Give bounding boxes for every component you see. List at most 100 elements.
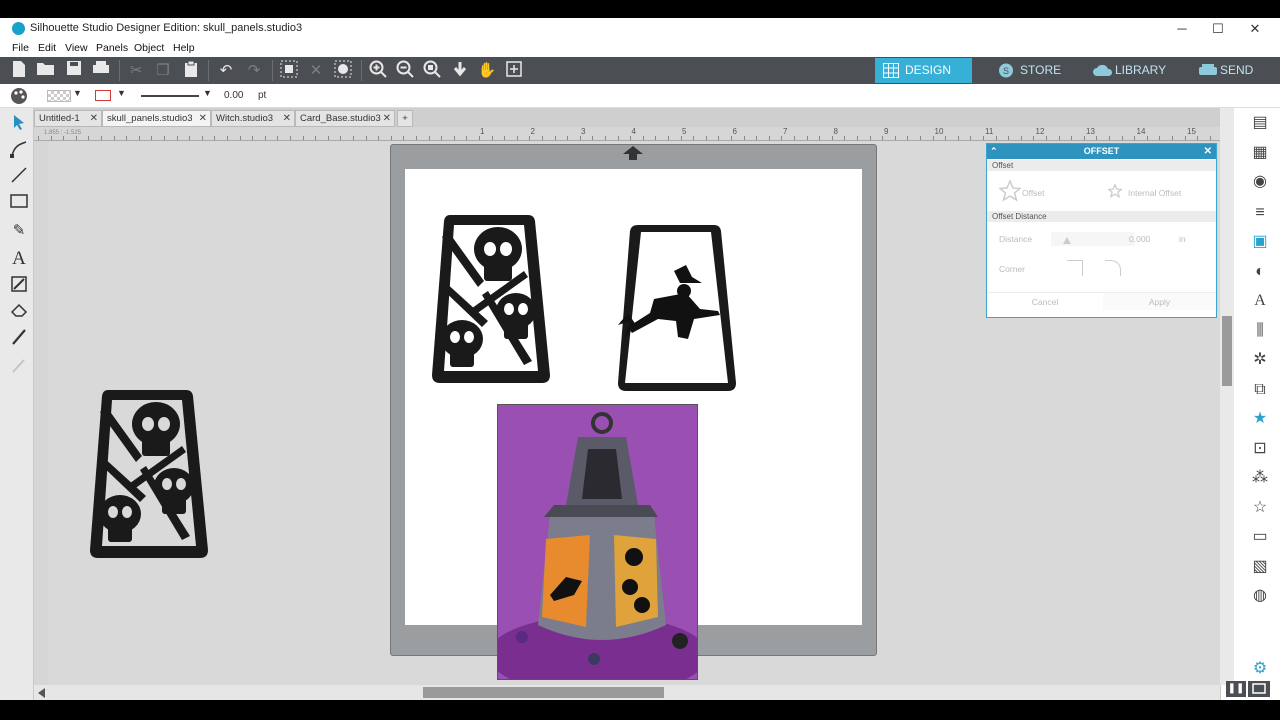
internal-offset-option-label[interactable]: Internal Offset — [1128, 188, 1181, 198]
line-width-input[interactable]: 0.00 — [224, 90, 243, 101]
select-arrow-icon[interactable] — [8, 114, 30, 136]
knife-tool-icon[interactable] — [8, 328, 30, 350]
replicate-icon[interactable]: ✲ — [1249, 349, 1271, 371]
pause-icon[interactable]: ❚❚ — [1226, 681, 1246, 697]
close-tab-icon[interactable]: ✕ — [199, 111, 207, 126]
tab-design[interactable]: DESIGN — [875, 58, 972, 83]
fill-dropdown-arrow-icon[interactable]: ▼ — [73, 88, 82, 98]
palette-icon[interactable] — [10, 87, 28, 105]
text-tool-icon[interactable]: A — [8, 248, 30, 270]
trace-icon[interactable]: ⊡ — [1249, 438, 1271, 460]
edit-points-icon[interactable] — [8, 140, 30, 162]
menu-edit[interactable]: Edit — [38, 42, 56, 54]
add-tab-button[interactable]: + — [397, 110, 413, 127]
page-setup-icon[interactable]: ▤ — [1249, 112, 1271, 134]
skull-panel-shape[interactable] — [428, 211, 554, 385]
fill-color-panel-icon[interactable]: ◉ — [1249, 171, 1271, 193]
library-shapes-icon[interactable]: ☆ — [1249, 497, 1271, 519]
horizontal-scrollbar[interactable] — [34, 685, 1220, 700]
sketch-icon[interactable]: ⁂ — [1249, 467, 1271, 489]
new-document-icon[interactable] — [8, 60, 30, 82]
settings-gear-icon[interactable]: ⚙ — [1249, 658, 1271, 680]
collapse-chevron-icon[interactable]: ⌃ — [990, 144, 998, 159]
offset-star-icon[interactable] — [998, 179, 1022, 202]
print-icon[interactable] — [90, 60, 112, 82]
paste-icon[interactable] — [180, 60, 202, 82]
group-icon[interactable] — [278, 60, 300, 82]
undo-icon[interactable]: ↶ — [215, 60, 237, 82]
offset-panel-icon[interactable]: ★ — [1249, 408, 1271, 430]
close-panel-icon[interactable]: ✕ — [1204, 144, 1212, 159]
sharp-corner-icon[interactable] — [1067, 260, 1083, 276]
maximize-button[interactable]: ☐ — [1203, 20, 1233, 38]
cut-icon[interactable]: ✂ — [125, 60, 147, 82]
rectangle-tool-icon[interactable] — [8, 193, 30, 215]
close-tab-icon[interactable]: ✕ — [90, 111, 98, 126]
align-icon[interactable]: ⫼ — [1249, 320, 1271, 342]
fit-to-page-icon[interactable] — [503, 60, 525, 82]
witch-panel-shape[interactable] — [614, 221, 740, 395]
zoom-out-icon[interactable] — [394, 60, 416, 82]
menu-object[interactable]: Object — [134, 42, 164, 54]
tab-library[interactable]: LIBRARY — [1085, 58, 1175, 83]
tab-send[interactable]: SEND — [1190, 58, 1270, 83]
close-button[interactable]: ✕ — [1240, 20, 1270, 38]
line-style-dropdown-arrow-icon[interactable]: ▼ — [203, 88, 212, 98]
fill-tool-icon[interactable] — [8, 275, 30, 297]
cancel-button[interactable]: Cancel — [987, 292, 1103, 310]
lantern-photo-image[interactable] — [497, 404, 698, 680]
line-color-dropdown-arrow-icon[interactable]: ▼ — [117, 88, 126, 98]
zoom-fit-icon[interactable] — [421, 60, 443, 82]
modify-icon[interactable]: ⧉ — [1249, 379, 1271, 401]
open-folder-icon[interactable] — [35, 60, 57, 82]
pan-hand-icon[interactable]: ✋ — [476, 60, 498, 82]
text-style-icon[interactable]: A — [1249, 290, 1271, 312]
release-compound-icon[interactable] — [332, 60, 354, 82]
menu-help[interactable]: Help — [173, 42, 195, 54]
distance-value-input[interactable]: 0.000 — [1129, 234, 1150, 244]
layers-icon[interactable]: ▭ — [1249, 526, 1271, 548]
apply-button[interactable]: Apply — [1103, 292, 1216, 310]
save-icon[interactable] — [63, 60, 85, 82]
internal-offset-star-icon[interactable] — [1106, 183, 1124, 199]
doc-tab-skull-panels[interactable]: skull_panels.studio3 ✕ — [102, 110, 211, 127]
offset-option-label[interactable]: Offset — [1022, 188, 1045, 198]
minimize-button[interactable]: ─ — [1167, 20, 1197, 38]
zoom-in-icon[interactable] — [367, 60, 389, 82]
line-tool-icon[interactable] — [8, 166, 30, 188]
redo-icon[interactable]: ↷ — [243, 60, 265, 82]
close-tab-icon[interactable]: ✕ — [383, 111, 391, 126]
close-tab-icon[interactable]: ✕ — [283, 111, 291, 126]
doc-tab-witch[interactable]: Witch.studio3 ✕ — [211, 110, 295, 127]
menu-panels[interactable]: Panels — [96, 42, 128, 54]
display-icon[interactable] — [1248, 681, 1270, 697]
eyedropper-tool-icon[interactable] — [8, 356, 30, 378]
copy-icon[interactable]: ❐ — [152, 60, 174, 82]
skull-panel-shape-copy[interactable] — [86, 386, 212, 560]
vertical-scrollbar[interactable] — [1220, 108, 1234, 685]
ungroup-icon[interactable]: ✕ — [305, 60, 327, 82]
round-corner-icon[interactable] — [1105, 260, 1121, 276]
eraser-tool-icon[interactable] — [8, 302, 30, 324]
doc-tab-untitled[interactable]: Untitled-1 ✕ — [34, 110, 102, 127]
horizontal-scroll-thumb[interactable] — [423, 687, 664, 698]
vertical-scroll-thumb[interactable] — [1222, 316, 1232, 386]
doc-tab-card-base[interactable]: Card_Base.studio3 ✕ — [295, 110, 395, 127]
tab-store[interactable]: S STORE — [990, 58, 1070, 83]
line-color-swatch[interactable] — [95, 90, 111, 101]
line-style-panel-icon[interactable]: ≡ — [1249, 202, 1271, 224]
menu-file[interactable]: File — [12, 42, 29, 54]
gradient-fill-icon[interactable]: ◐ — [1249, 261, 1271, 283]
menu-view[interactable]: View — [65, 42, 88, 54]
distance-slider[interactable] — [1051, 232, 1135, 246]
zoom-drag-icon[interactable] — [449, 60, 471, 82]
registration-marks-icon[interactable]: ▦ — [1249, 142, 1271, 164]
scroll-left-arrow-icon[interactable] — [38, 688, 45, 698]
slider-handle-icon[interactable] — [1063, 237, 1071, 244]
pattern-fill-icon[interactable]: ▣ — [1249, 231, 1271, 253]
offset-panel-header[interactable]: ⌃ OFFSET ✕ — [987, 144, 1216, 159]
line-style-preview[interactable] — [141, 95, 199, 97]
fill-color-swatch[interactable] — [47, 90, 71, 102]
fill-pattern-icon[interactable]: ▧ — [1249, 556, 1271, 578]
pencil-tool-icon[interactable]: ✎ — [8, 220, 30, 242]
